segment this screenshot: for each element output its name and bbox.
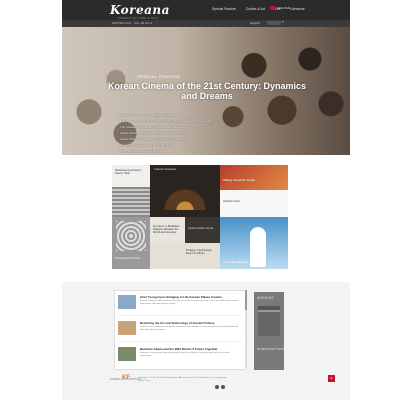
nav-literature[interactable]: Literature bbox=[290, 7, 304, 11]
flag-icon bbox=[270, 6, 275, 10]
scrollbar-thumb[interactable] bbox=[245, 290, 247, 310]
article-grid: Rediscovering Korea's Scenic Trails Cult… bbox=[112, 165, 288, 269]
page: Koreana KOREAN CULTURE & ARTS Special Fe… bbox=[62, 0, 350, 400]
main-nav: Special Feature Culture & Art Life Liter… bbox=[212, 7, 305, 11]
social-links bbox=[215, 385, 225, 389]
grid-tile[interactable]: Kim Hyun: A Meditative Dialogue Between … bbox=[150, 217, 185, 243]
sub-bar bbox=[62, 20, 350, 27]
archive-link[interactable]: ARCHIVE bbox=[277, 6, 290, 10]
site-logo[interactable]: Koreana bbox=[110, 3, 170, 17]
list-item-description: A look at how craftsmen recreate the sto… bbox=[140, 326, 238, 331]
grid-tile-label: Lifestyle Focus bbox=[223, 200, 241, 203]
archive-image bbox=[258, 306, 280, 336]
grid-tile-image bbox=[112, 187, 150, 217]
facebook-icon[interactable] bbox=[215, 385, 219, 389]
grid-tile[interactable]: Rediscovering Korea's Scenic Trails bbox=[112, 165, 150, 217]
footer-text: Copyright © 2014 The Korea Foundation. A… bbox=[138, 377, 228, 382]
features-section: Chef Young-hyun: Bringing to Life Korean… bbox=[62, 282, 350, 400]
twitter-icon[interactable] bbox=[221, 385, 225, 389]
grid-tile-image bbox=[155, 180, 215, 210]
list-item-thumbnail bbox=[118, 321, 136, 335]
list-item-title[interactable]: Restoring the Art and Technology of Anci… bbox=[140, 321, 215, 325]
list-item-title[interactable]: Bachelor Abaza and the Wild World of Fut… bbox=[140, 347, 218, 351]
hero-banner[interactable]: SPECIAL FEATURE Korean Cinema of the 21s… bbox=[62, 27, 350, 155]
section-label: SPECIAL FEATURE bbox=[137, 74, 181, 79]
subscription-label[interactable]: SUBSCRIPTION bbox=[257, 347, 284, 351]
grid-tile-label: Kim Hyun: A Meditative Dialogue Between … bbox=[153, 225, 180, 235]
grid-tile[interactable]: Lifestyle Focus bbox=[220, 190, 288, 217]
list-item-thumbnail bbox=[118, 295, 136, 309]
language-select[interactable]: English bbox=[250, 21, 260, 25]
list-item-thumbnail bbox=[118, 347, 136, 361]
grid-tile-label: The Dosan Art School bbox=[115, 257, 141, 260]
hero-article-link[interactable]: Cinematic Memories of Old Korea bbox=[120, 148, 213, 154]
site-header: Koreana KOREAN CULTURE & ARTS Special Fe… bbox=[62, 0, 350, 27]
list-item[interactable]: Chef Young-hyun: Bringing to Life Korean… bbox=[118, 293, 242, 316]
grid-tile-label: Kimjang: A Full-Family Event for Winter bbox=[186, 249, 212, 256]
grid-tile[interactable]: Cultural Landscape bbox=[150, 165, 220, 217]
grid-tile[interactable]: Cooking Made Simple bbox=[185, 217, 220, 243]
archive-label[interactable]: ARCHIVE bbox=[257, 296, 274, 300]
search-icon[interactable]: ⌕ bbox=[282, 20, 286, 24]
nav-special-feature[interactable]: Special Feature bbox=[212, 7, 236, 11]
nav-culture-art[interactable]: Culture & Art bbox=[246, 7, 265, 11]
search-input[interactable] bbox=[267, 21, 281, 25]
grid-tile[interactable]: The Greats Magazine bbox=[220, 217, 288, 269]
list-item[interactable]: Restoring the Art and Technology of Anci… bbox=[118, 319, 242, 342]
ebook-badge[interactable]: E bbox=[328, 375, 335, 382]
grid-tile-label: Rediscovering Korea's Scenic Trails bbox=[115, 169, 141, 176]
list-item-description: Korean culinary traditions, discussed wi… bbox=[140, 300, 239, 305]
grid-tile-label: The Greats Magazine bbox=[223, 261, 248, 264]
grid-tile[interactable]: Kimjang: A Full-Family Event for Winter bbox=[150, 243, 220, 269]
grid-tile-label: Cultural Landscape bbox=[154, 168, 177, 171]
grid-tile-label: Cooking Made Simple bbox=[188, 227, 214, 230]
list-item-title[interactable]: Chef Young-hyun: Bringing to Life Korean… bbox=[140, 295, 222, 299]
hero-title[interactable]: Korean Cinema of the 21st Century: Dynam… bbox=[107, 81, 307, 101]
hero-article-list: Korean Cinema: Its Dynamics and Dreams T… bbox=[120, 112, 213, 154]
grid-tile[interactable]: Walking Toward the Sunrise bbox=[220, 165, 288, 190]
foundation-logo[interactable]: KF bbox=[122, 375, 130, 381]
list-scrollbar[interactable] bbox=[245, 290, 247, 368]
archive-subscription-banner[interactable]: ARCHIVE SUBSCRIPTION bbox=[254, 292, 284, 370]
issue-label: WINTER 2014 · VOL.28 NO.4 bbox=[112, 21, 153, 25]
site-footer: KOREA FOUNDATION KF Copyright © 2014 The… bbox=[110, 375, 350, 397]
grid-tile[interactable]: The Dosan Art School bbox=[112, 217, 150, 269]
feature-list: Chef Young-hyun: Bringing to Life Korean… bbox=[114, 290, 246, 370]
grid-tile-label: Walking Toward the Sunrise bbox=[223, 179, 256, 182]
list-item-description: A story of a young man from abroad who f… bbox=[140, 352, 230, 357]
grid-tile-image bbox=[116, 221, 146, 251]
list-item[interactable]: Bachelor Abaza and the Wild World of Fut… bbox=[118, 345, 242, 367]
